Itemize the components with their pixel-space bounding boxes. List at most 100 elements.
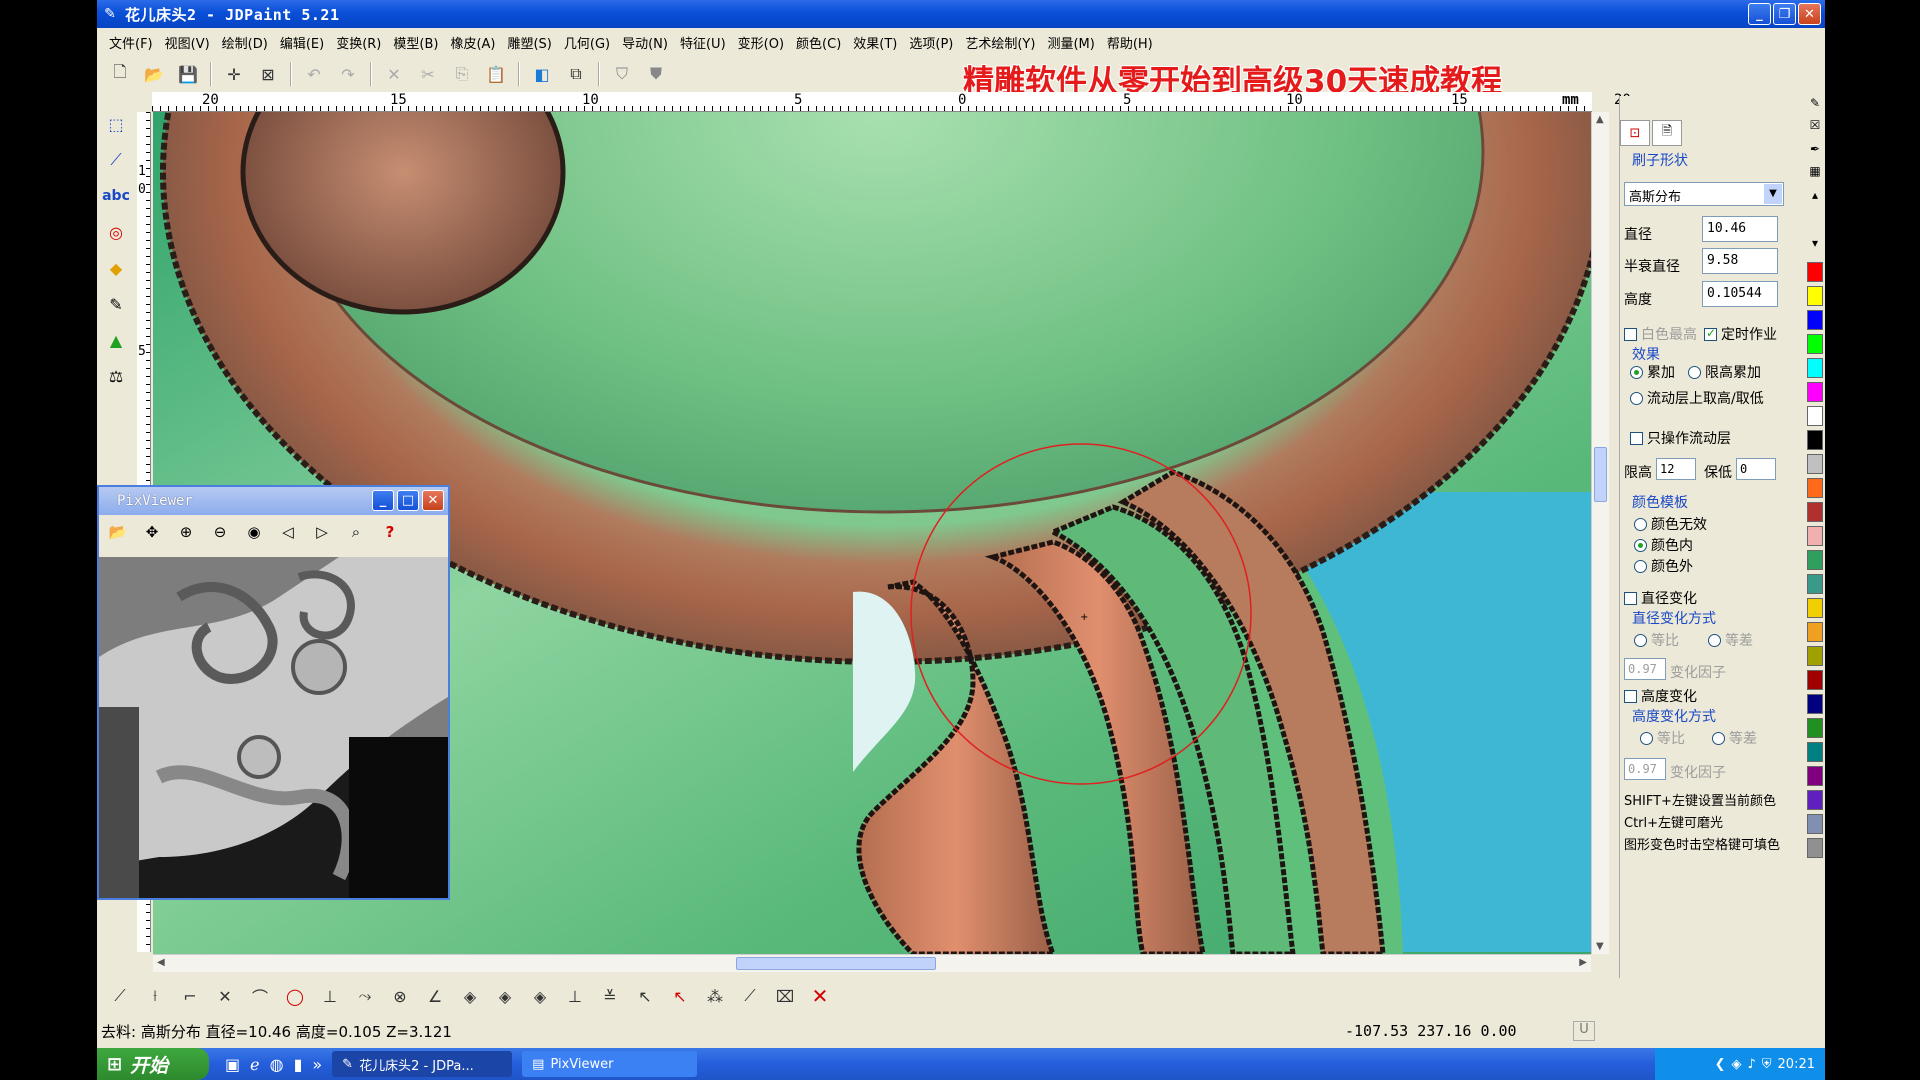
color-swatch[interactable] — [1807, 814, 1823, 834]
expand-quick-launch-icon[interactable]: » — [312, 1055, 322, 1074]
network-icon[interactable]: ◈ — [1731, 1057, 1741, 1072]
next-icon[interactable]: ▷ — [307, 519, 337, 545]
keep-low-field[interactable]: 0 — [1736, 458, 1776, 480]
diameter-difference-option[interactable]: 等差 — [1708, 630, 1753, 650]
copy-icon[interactable]: ⎘ — [447, 60, 477, 88]
cut-node-icon[interactable]: ⌧ — [770, 982, 800, 1010]
view-3d-icon[interactable]: ◧ — [527, 60, 557, 88]
menu-model[interactable]: 模型(B) — [387, 33, 444, 52]
color-swatch[interactable] — [1807, 262, 1823, 282]
media-icon[interactable]: ▮ — [294, 1055, 303, 1074]
diameter-change-checkbox[interactable] — [1624, 592, 1637, 605]
menu-options[interactable]: 选项(P) — [903, 33, 959, 52]
link-tool-icon[interactable]: ⟋ — [735, 982, 765, 1010]
volume-icon[interactable]: ♪ — [1747, 1057, 1755, 1072]
color-swatch[interactable] — [1807, 382, 1823, 402]
diameter-ratio-radio[interactable] — [1634, 634, 1647, 647]
menu-draw[interactable]: 绘制(D) — [216, 33, 274, 52]
tab-document[interactable]: 🗎 — [1652, 120, 1682, 146]
measure-tool-icon[interactable]: ⚖ — [102, 362, 130, 390]
perpendicular-tool-icon[interactable]: ⊥ — [315, 982, 345, 1010]
only-flow-layer-checkbox[interactable] — [1630, 432, 1643, 445]
color-swatch[interactable] — [1807, 526, 1823, 546]
taskbar-item-pixviewer[interactable]: ▤ PixViewer — [522, 1051, 698, 1077]
eye-icon[interactable]: ◉ — [239, 519, 269, 545]
menu-sculpt[interactable]: 雕塑(S) — [501, 33, 557, 52]
palette-dropdown-icon[interactable]: ▾ — [1807, 236, 1823, 254]
zoom-out-icon[interactable]: ⊖ — [205, 519, 235, 545]
node-tool-icon[interactable]: ⊗ — [385, 982, 415, 1010]
align-tool-icon[interactable]: ⊥ — [560, 982, 590, 1010]
scroll-right-icon[interactable]: ▶ — [1579, 957, 1587, 968]
vertical-scrollbar[interactable]: ▲ ▼ — [1591, 112, 1609, 954]
menu-art-draw[interactable]: 艺术绘制(Y) — [959, 33, 1041, 52]
menu-geometry[interactable]: 几何(G) — [558, 33, 616, 52]
color-inside-radio[interactable] — [1634, 539, 1647, 552]
shield-icon[interactable]: ⛉ — [607, 60, 637, 88]
eyedropper-icon[interactable]: ✒ — [1807, 142, 1823, 160]
height-field[interactable]: 0.10544 — [1702, 281, 1778, 307]
diameter-change-option[interactable]: 直径变化 — [1624, 588, 1697, 608]
open-folder-icon[interactable]: 📂 — [139, 60, 169, 88]
browser-icon[interactable]: ◍ — [270, 1055, 284, 1074]
color-outside-radio[interactable] — [1634, 560, 1647, 573]
pan-icon[interactable]: ✥ — [137, 519, 167, 545]
pen-tool-icon[interactable]: ✎ — [102, 290, 130, 318]
menu-feature[interactable]: 特征(U) — [674, 33, 732, 52]
zoom-fit-icon[interactable]: ⌕ — [341, 519, 371, 545]
accumulate-radio[interactable] — [1630, 366, 1643, 379]
unpick-tool-icon[interactable]: ↖ — [665, 982, 695, 1010]
pixviewer-maximize-button[interactable]: □ — [397, 490, 419, 511]
group-tool-icon[interactable]: ⁂ — [700, 982, 730, 1010]
color-swatch[interactable] — [1807, 790, 1823, 810]
help-icon[interactable]: ? — [375, 519, 405, 545]
timed-work-option[interactable]: 定时作业 — [1704, 324, 1777, 344]
menu-effect[interactable]: 效果(T) — [847, 33, 903, 52]
menu-color[interactable]: 颜色(C) — [790, 33, 847, 52]
color-swatch[interactable] — [1807, 742, 1823, 762]
arc-tool-icon[interactable]: ⌒ — [245, 982, 275, 1010]
ie-icon[interactable]: ℯ — [250, 1055, 259, 1074]
save-icon[interactable]: 💾 — [173, 60, 203, 88]
menu-guide[interactable]: 导动(N) — [616, 33, 674, 52]
polyline-tool-icon[interactable]: ⟋ — [102, 146, 130, 174]
undo-icon[interactable]: ↶ — [299, 60, 329, 88]
color-swatch[interactable] — [1807, 358, 1823, 378]
view-mode-icon[interactable]: ⧉ — [561, 60, 591, 88]
start-button[interactable]: ⊞ 开始 — [97, 1048, 209, 1080]
diameter-difference-radio[interactable] — [1708, 634, 1721, 647]
white-highest-option[interactable]: 白色最高 — [1624, 324, 1697, 344]
height-difference-option[interactable]: 等差 — [1712, 728, 1757, 748]
color-swatch[interactable] — [1807, 838, 1823, 858]
shield-filled-icon[interactable]: ⛊ — [641, 60, 671, 88]
color-swatch[interactable] — [1807, 310, 1823, 330]
height-difference-radio[interactable] — [1712, 732, 1725, 745]
flow-layer-radio[interactable] — [1630, 392, 1643, 405]
horizontal-scroll-thumb[interactable] — [736, 957, 936, 970]
accumulate-option[interactable]: 累加 — [1630, 362, 1675, 382]
scroll-left-icon[interactable]: ◀ — [157, 957, 165, 968]
color-swatch[interactable] — [1807, 646, 1823, 666]
color-outside-option[interactable]: 颜色外 — [1634, 556, 1693, 576]
open-folder-icon[interactable]: 📂 — [103, 519, 133, 545]
tray-arrow-icon[interactable]: ❮ — [1715, 1057, 1726, 1072]
color-swatch[interactable] — [1807, 670, 1823, 690]
delete-node-icon[interactable]: ✕ — [805, 982, 835, 1010]
height-ratio-radio[interactable] — [1640, 732, 1653, 745]
menu-view[interactable]: 视图(V) — [159, 33, 216, 52]
menu-transform[interactable]: 变换(R) — [330, 33, 387, 52]
color-swatch[interactable] — [1807, 430, 1823, 450]
close-button[interactable]: ✕ — [1798, 3, 1821, 25]
color-swatch[interactable] — [1807, 550, 1823, 570]
extend-tool-icon[interactable]: ⤳ — [350, 982, 380, 1010]
color-swatch[interactable] — [1807, 454, 1823, 474]
palette-scroll-up-icon[interactable]: ▴ — [1807, 188, 1823, 206]
color-none-option[interactable]: 颜色无效 — [1634, 514, 1707, 534]
crosshair-icon[interactable]: ✛ — [219, 60, 249, 88]
redo-icon[interactable]: ↷ — [333, 60, 363, 88]
angle-tool-icon[interactable]: ∠ — [420, 982, 450, 1010]
color-none-radio[interactable] — [1634, 518, 1647, 531]
fill-tool-icon[interactable]: ◆ — [102, 254, 130, 282]
color-inside-option[interactable]: 颜色内 — [1634, 535, 1693, 555]
height-change-checkbox[interactable] — [1624, 690, 1637, 703]
